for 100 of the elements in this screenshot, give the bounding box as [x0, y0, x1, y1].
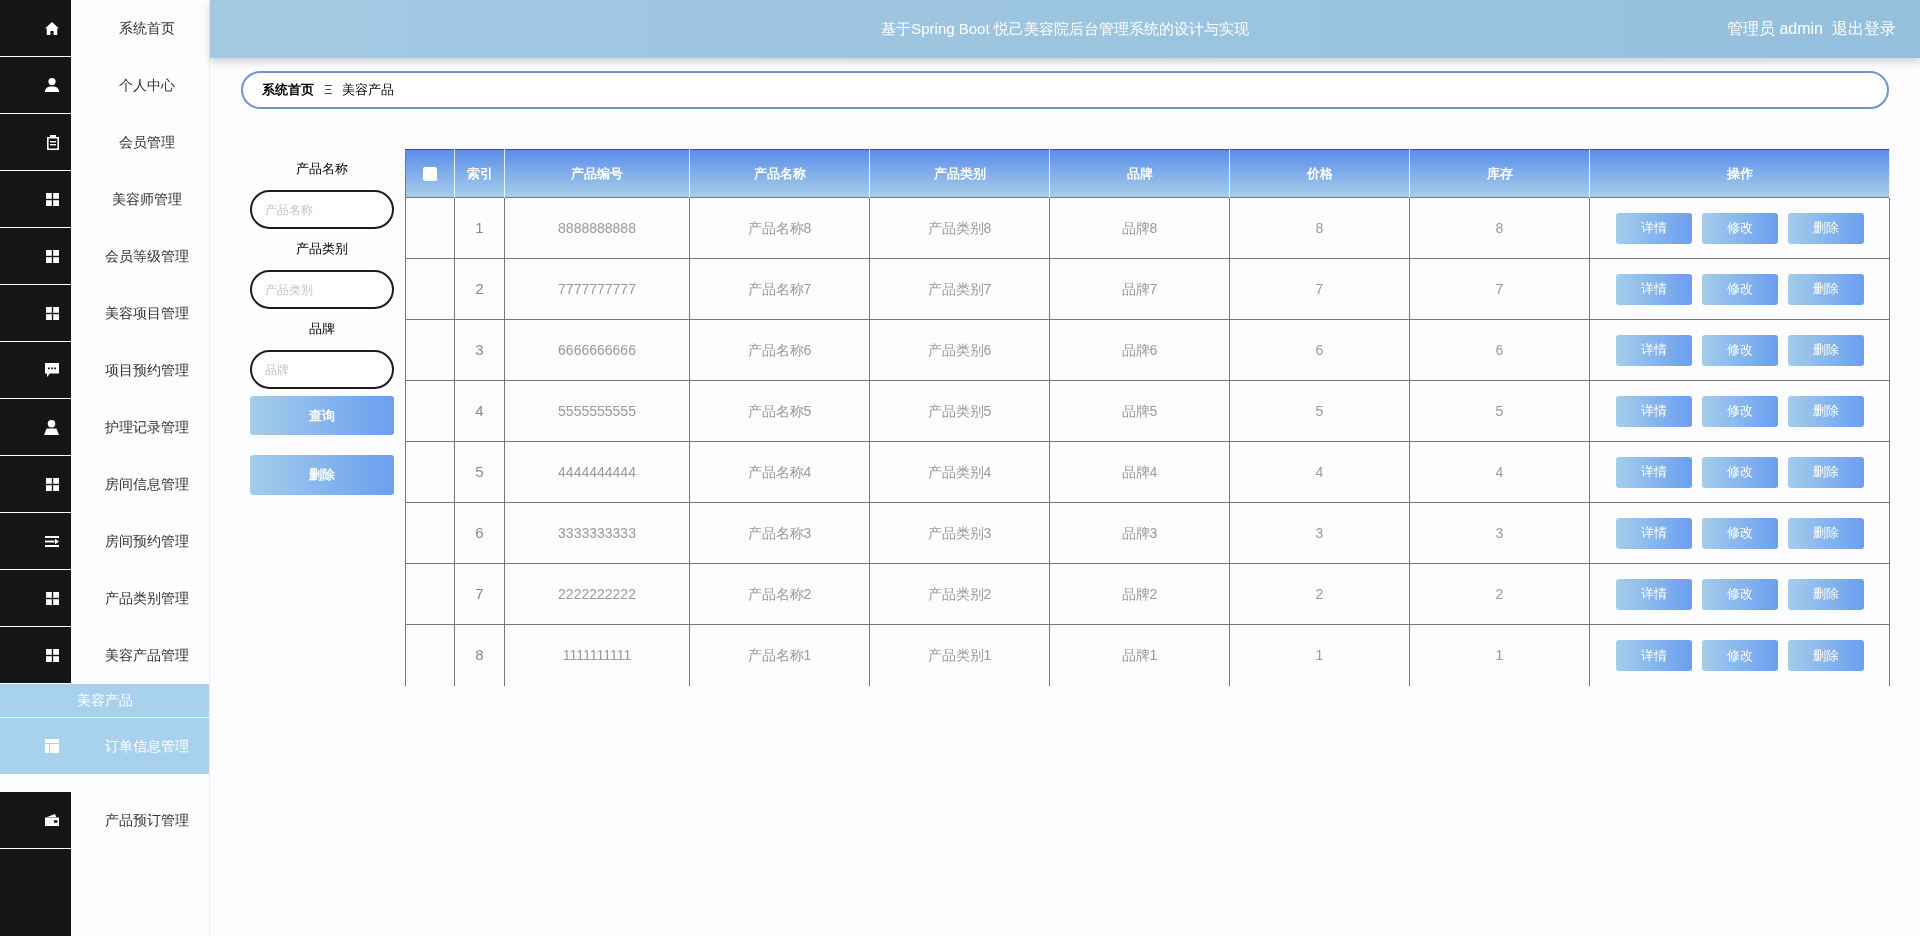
clipboard-icon — [47, 134, 59, 150]
table-cell: 品牌7 — [1049, 258, 1230, 320]
table-cell: 3 — [1229, 502, 1410, 564]
field-label: 品牌 — [308, 320, 336, 338]
table-cell: 产品名称7 — [689, 258, 870, 320]
detail-button[interactable]: 详情 — [1615, 639, 1692, 671]
edit-button[interactable]: 修改 — [1701, 395, 1778, 427]
table-cell: 产品名称8 — [689, 197, 870, 259]
wallet-icon — [45, 814, 59, 826]
delete-button[interactable]: 删除 — [1787, 212, 1864, 244]
row-index: 7 — [454, 563, 505, 625]
table-cell: 产品名称2 — [689, 563, 870, 625]
detail-button[interactable]: 详情 — [1615, 578, 1692, 610]
search-field[interactable]: 产品名称 — [250, 190, 394, 229]
delete-button[interactable]: 删除 — [250, 455, 394, 495]
column-header: 产品编号 — [504, 149, 690, 198]
row-index: 5 — [454, 441, 505, 503]
table-cell: 产品类别2 — [869, 563, 1050, 625]
column-header: 产品类别 — [869, 149, 1050, 198]
column-header: 索引 — [454, 149, 505, 198]
row-index: 3 — [454, 319, 505, 381]
table-cell: 4 — [1229, 441, 1410, 503]
grid-icon — [46, 591, 59, 605]
breadcrumb-link[interactable]: 系统首页 — [262, 80, 314, 100]
row-index: 4 — [454, 380, 505, 442]
delete-button[interactable]: 删除 — [1787, 578, 1864, 610]
delete-button[interactable]: 删除 — [1787, 517, 1864, 549]
delete-button[interactable]: 删除 — [1787, 395, 1864, 427]
table-cell: 3 — [1409, 502, 1590, 564]
edit-button[interactable]: 修改 — [1701, 639, 1778, 671]
user-label: 管理员 admin — [1726, 19, 1823, 39]
table-cell: 品牌4 — [1049, 441, 1230, 503]
grid-icon — [46, 192, 59, 206]
table-cell: 产品类别8 — [869, 197, 1050, 259]
delete-button[interactable]: 删除 — [1787, 639, 1864, 671]
row-index: 2 — [454, 258, 505, 320]
detail-button[interactable]: 详情 — [1615, 273, 1692, 305]
column-header: 品牌 — [1049, 149, 1230, 198]
table-cell: 8 — [1409, 197, 1590, 259]
table-cell: 产品名称4 — [689, 441, 870, 503]
edit-button[interactable]: 修改 — [1701, 273, 1778, 305]
table-cell: 产品类别3 — [869, 502, 1050, 564]
column-header: 库存 — [1409, 149, 1590, 198]
edit-button[interactable]: 修改 — [1701, 517, 1778, 549]
table-cell: 产品类别5 — [869, 380, 1050, 442]
table-cell: 产品类别4 — [869, 441, 1050, 503]
delete-button[interactable]: 删除 — [1787, 334, 1864, 366]
delete-button[interactable]: 删除 — [1787, 456, 1864, 488]
table-cell: 5555555555 — [504, 380, 690, 442]
edit-button[interactable]: 修改 — [1701, 578, 1778, 610]
table-cell: 8888888888 — [504, 197, 690, 259]
detail-button[interactable]: 详情 — [1615, 334, 1692, 366]
table-cell: 产品名称3 — [689, 502, 870, 564]
row-index: 1 — [454, 197, 505, 259]
table-cell: 品牌2 — [1049, 563, 1230, 625]
table-cell: 6 — [1409, 319, 1590, 381]
column-header: 价格 — [1229, 149, 1410, 198]
table-cell: 5 — [1229, 380, 1410, 442]
list-icon — [45, 535, 59, 547]
field-label: 产品类别 — [295, 240, 349, 258]
detail-button[interactable]: 详情 — [1615, 456, 1692, 488]
home-icon — [45, 21, 59, 35]
sidebar-item[interactable]: 订单信息管理 — [0, 718, 209, 774]
grid-icon — [46, 648, 59, 662]
chat-icon — [45, 363, 59, 377]
detail-button[interactable]: 详情 — [1615, 395, 1692, 427]
column-header: 操作 — [1589, 149, 1890, 198]
grid-icon — [46, 249, 59, 263]
table-cell: 品牌6 — [1049, 319, 1230, 381]
row-index: 6 — [454, 502, 505, 564]
layout-icon — [45, 739, 59, 753]
table-cell: 7 — [1409, 258, 1590, 320]
table-cell: 5 — [1409, 380, 1590, 442]
grid-icon — [46, 306, 59, 320]
table-cell: 6666666666 — [504, 319, 690, 381]
edit-button[interactable]: 修改 — [1701, 212, 1778, 244]
search-button[interactable]: 查询 — [250, 396, 394, 435]
table-cell: 产品名称5 — [689, 380, 870, 442]
delete-button[interactable]: 删除 — [1787, 273, 1864, 305]
select-all-checkbox[interactable] — [423, 166, 437, 181]
submenu-title[interactable]: 美容产品 — [0, 684, 209, 718]
table-cell: 产品名称6 — [689, 319, 870, 381]
table-cell: 品牌3 — [1049, 502, 1230, 564]
table-cell: 3333333333 — [504, 502, 690, 564]
logout-link[interactable]: 退出登录 — [1832, 17, 1896, 41]
table-cell: 6 — [1229, 319, 1410, 381]
table-cell: 8 — [1229, 197, 1410, 259]
table-cell: 2 — [1409, 563, 1590, 625]
edit-button[interactable]: 修改 — [1701, 456, 1778, 488]
column-header: 产品名称 — [689, 149, 870, 198]
table-cell: 7 — [1229, 258, 1410, 320]
table-cell: 2 — [1229, 563, 1410, 625]
grid-icon — [46, 477, 59, 491]
detail-button[interactable]: 详情 — [1615, 212, 1692, 244]
table-cell: 7777777777 — [504, 258, 690, 320]
app-title: 基于Spring Boot 悦己美容院后台管理系统的设计与实现 — [881, 18, 1249, 39]
edit-button[interactable]: 修改 — [1701, 334, 1778, 366]
table-cell: 4 — [1409, 441, 1590, 503]
detail-button[interactable]: 详情 — [1615, 517, 1692, 549]
field-label: 产品名称 — [295, 160, 349, 178]
